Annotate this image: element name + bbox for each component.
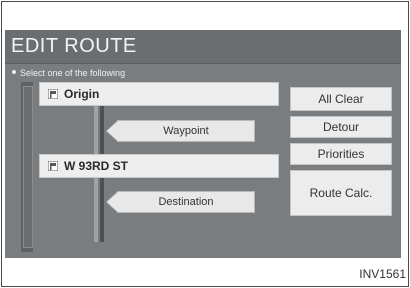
flag-icon bbox=[48, 161, 58, 171]
bullet-icon bbox=[12, 70, 16, 74]
page-title: EDIT ROUTE bbox=[11, 35, 137, 57]
street-row[interactable]: W 93RD ST bbox=[39, 154, 279, 178]
body-area: Select one of the following Origin Waypo… bbox=[5, 64, 401, 258]
all-clear-button[interactable]: All Clear bbox=[290, 87, 392, 111]
route-list: Origin Waypoint W 93RD ST Destination bbox=[39, 82, 279, 250]
instruction-text: Select one of the following bbox=[20, 68, 126, 78]
waypoint-button[interactable]: Waypoint bbox=[106, 120, 255, 142]
street-label: W 93RD ST bbox=[64, 159, 129, 173]
detour-button[interactable]: Detour bbox=[290, 116, 392, 138]
route-calc-button[interactable]: Route Calc. bbox=[290, 170, 392, 216]
origin-row[interactable]: Origin bbox=[39, 82, 279, 106]
flag-icon bbox=[48, 89, 58, 99]
destination-button[interactable]: Destination bbox=[106, 191, 255, 213]
navigation-screen: EDIT ROUTE Select one of the following O… bbox=[5, 30, 401, 258]
scrollbar[interactable] bbox=[21, 82, 33, 252]
title-bar: EDIT ROUTE bbox=[5, 30, 401, 64]
figure-caption: INV1561 bbox=[359, 267, 406, 281]
priorities-button[interactable]: Priorities bbox=[290, 143, 392, 165]
origin-label: Origin bbox=[64, 87, 100, 101]
